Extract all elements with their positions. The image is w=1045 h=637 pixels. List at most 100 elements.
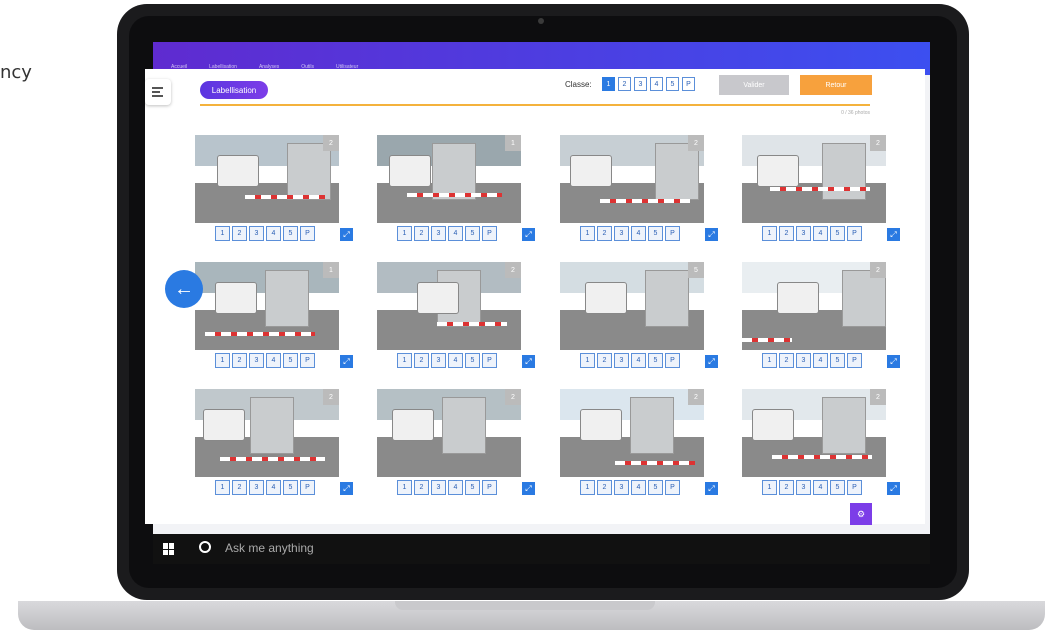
photo-card[interactable]: 2 1 2 3 4 5 P ⤢ — [377, 389, 537, 507]
photo-class-button[interactable]: 4 — [266, 480, 281, 495]
photo-class-button[interactable]: 3 — [614, 226, 629, 241]
photo-image[interactable]: 2 — [377, 389, 521, 477]
photo-class-button[interactable]: 2 — [779, 226, 794, 241]
photo-class-button[interactable]: 5 — [283, 226, 298, 241]
photo-class-button[interactable]: 3 — [249, 480, 264, 495]
expand-icon[interactable]: ⤢ — [705, 355, 718, 368]
photo-card[interactable]: 5 1 2 3 4 5 P ⤢ — [560, 262, 720, 380]
photo-class-button[interactable]: 1 — [580, 480, 595, 495]
photo-class-button[interactable]: P — [665, 480, 680, 495]
photo-card[interactable]: 2 1 2 3 4 5 P ⤢ — [195, 389, 355, 507]
expand-icon[interactable]: ⤢ — [340, 482, 353, 495]
photo-class-button[interactable]: 5 — [648, 226, 663, 241]
expand-icon[interactable]: ⤢ — [705, 228, 718, 241]
photo-class-button[interactable]: 5 — [465, 480, 480, 495]
photo-class-button[interactable]: 3 — [431, 226, 446, 241]
photo-image[interactable]: 5 — [560, 262, 704, 350]
photo-class-button[interactable]: 1 — [762, 480, 777, 495]
photo-image[interactable]: 2 — [742, 135, 886, 223]
photo-class-button[interactable]: P — [482, 226, 497, 241]
photo-class-button[interactable]: 2 — [232, 480, 247, 495]
classe-button-4[interactable]: 4 — [650, 77, 663, 91]
expand-icon[interactable]: ⤢ — [887, 482, 900, 495]
photo-class-button[interactable]: 2 — [597, 226, 612, 241]
photo-class-button[interactable]: 4 — [448, 480, 463, 495]
photo-class-button[interactable]: P — [482, 480, 497, 495]
photo-class-button[interactable]: 1 — [762, 353, 777, 368]
photo-class-button[interactable]: 3 — [249, 353, 264, 368]
photo-class-button[interactable]: 2 — [232, 226, 247, 241]
photo-class-button[interactable]: 1 — [762, 226, 777, 241]
expand-icon[interactable]: ⤢ — [522, 482, 535, 495]
photo-class-button[interactable]: 1 — [580, 353, 595, 368]
photo-class-button[interactable]: 1 — [215, 226, 230, 241]
photo-class-button[interactable]: 5 — [465, 353, 480, 368]
photo-class-button[interactable]: P — [482, 353, 497, 368]
photo-class-button[interactable]: 5 — [283, 480, 298, 495]
photo-class-button[interactable]: 4 — [448, 226, 463, 241]
expand-icon[interactable]: ⤢ — [887, 228, 900, 241]
photo-class-button[interactable]: 3 — [796, 353, 811, 368]
photo-class-button[interactable]: 1 — [215, 353, 230, 368]
photo-class-button[interactable]: 1 — [397, 226, 412, 241]
windows-start-icon[interactable] — [163, 543, 175, 555]
photo-class-button[interactable]: 5 — [830, 353, 845, 368]
expand-icon[interactable]: ⤢ — [340, 228, 353, 241]
photo-class-button[interactable]: 3 — [796, 480, 811, 495]
notification-icon[interactable]: ⚙ — [850, 503, 872, 525]
photo-class-button[interactable]: 4 — [813, 480, 828, 495]
classe-button-5[interactable]: 5 — [666, 77, 679, 91]
photo-class-button[interactable]: P — [665, 353, 680, 368]
photo-image[interactable]: 2 — [195, 135, 339, 223]
photo-class-button[interactable]: 2 — [414, 353, 429, 368]
photo-card[interactable]: 2 1 2 3 4 5 P ⤢ — [560, 389, 720, 507]
photo-image[interactable]: 2 — [377, 262, 521, 350]
photo-class-button[interactable]: 4 — [448, 353, 463, 368]
photo-class-button[interactable]: 3 — [431, 480, 446, 495]
photo-class-button[interactable]: 2 — [779, 480, 794, 495]
photo-class-button[interactable]: P — [300, 353, 315, 368]
expand-icon[interactable]: ⤢ — [705, 482, 718, 495]
photo-class-button[interactable]: 4 — [631, 480, 646, 495]
photo-class-button[interactable]: 4 — [813, 226, 828, 241]
photo-class-button[interactable]: 4 — [266, 226, 281, 241]
photo-class-button[interactable]: 1 — [215, 480, 230, 495]
photo-class-button[interactable]: 3 — [796, 226, 811, 241]
photo-class-button[interactable]: P — [300, 480, 315, 495]
photo-card[interactable]: 2 1 2 3 4 5 P ⤢ — [742, 262, 902, 380]
photo-class-button[interactable]: 2 — [597, 480, 612, 495]
photo-class-button[interactable]: 3 — [249, 226, 264, 241]
photo-class-button[interactable]: 3 — [614, 353, 629, 368]
photo-class-button[interactable]: P — [665, 226, 680, 241]
photo-card[interactable]: 1 1 2 3 4 5 P ⤢ — [195, 262, 355, 380]
photo-class-button[interactable]: 2 — [414, 226, 429, 241]
photo-class-button[interactable]: 2 — [232, 353, 247, 368]
valider-button[interactable]: Valider — [719, 75, 789, 95]
photo-class-button[interactable]: 1 — [397, 353, 412, 368]
photo-class-button[interactable]: P — [847, 480, 862, 495]
taskbar-search-input[interactable]: Ask me anything — [225, 541, 314, 555]
photo-class-button[interactable]: 5 — [830, 226, 845, 241]
classe-button-2[interactable]: 2 — [618, 77, 631, 91]
retour-button[interactable]: Retour — [800, 75, 872, 95]
photo-class-button[interactable]: 2 — [597, 353, 612, 368]
expand-icon[interactable]: ⤢ — [522, 355, 535, 368]
classe-button-3[interactable]: 3 — [634, 77, 647, 91]
menu-button[interactable] — [145, 79, 171, 105]
photo-card[interactable]: 2 1 2 3 4 5 P ⤢ — [377, 262, 537, 380]
photo-card[interactable]: 2 1 2 3 4 5 P ⤢ — [742, 389, 902, 507]
photo-class-button[interactable]: 4 — [266, 353, 281, 368]
photo-class-button[interactable]: 4 — [631, 353, 646, 368]
photo-class-button[interactable]: 5 — [465, 226, 480, 241]
photo-class-button[interactable]: 4 — [813, 353, 828, 368]
photo-class-button[interactable]: 5 — [648, 353, 663, 368]
photo-class-button[interactable]: 2 — [779, 353, 794, 368]
photo-card[interactable]: 2 1 2 3 4 5 P ⤢ — [195, 135, 355, 253]
classe-button-p[interactable]: P — [682, 77, 695, 91]
photo-card[interactable]: 2 1 2 3 4 5 P ⤢ — [742, 135, 902, 253]
photo-image[interactable]: 2 — [560, 135, 704, 223]
photo-image[interactable]: 1 — [377, 135, 521, 223]
photo-image[interactable]: 2 — [742, 262, 886, 350]
photo-class-button[interactable]: 1 — [397, 480, 412, 495]
photo-class-button[interactable]: 2 — [414, 480, 429, 495]
